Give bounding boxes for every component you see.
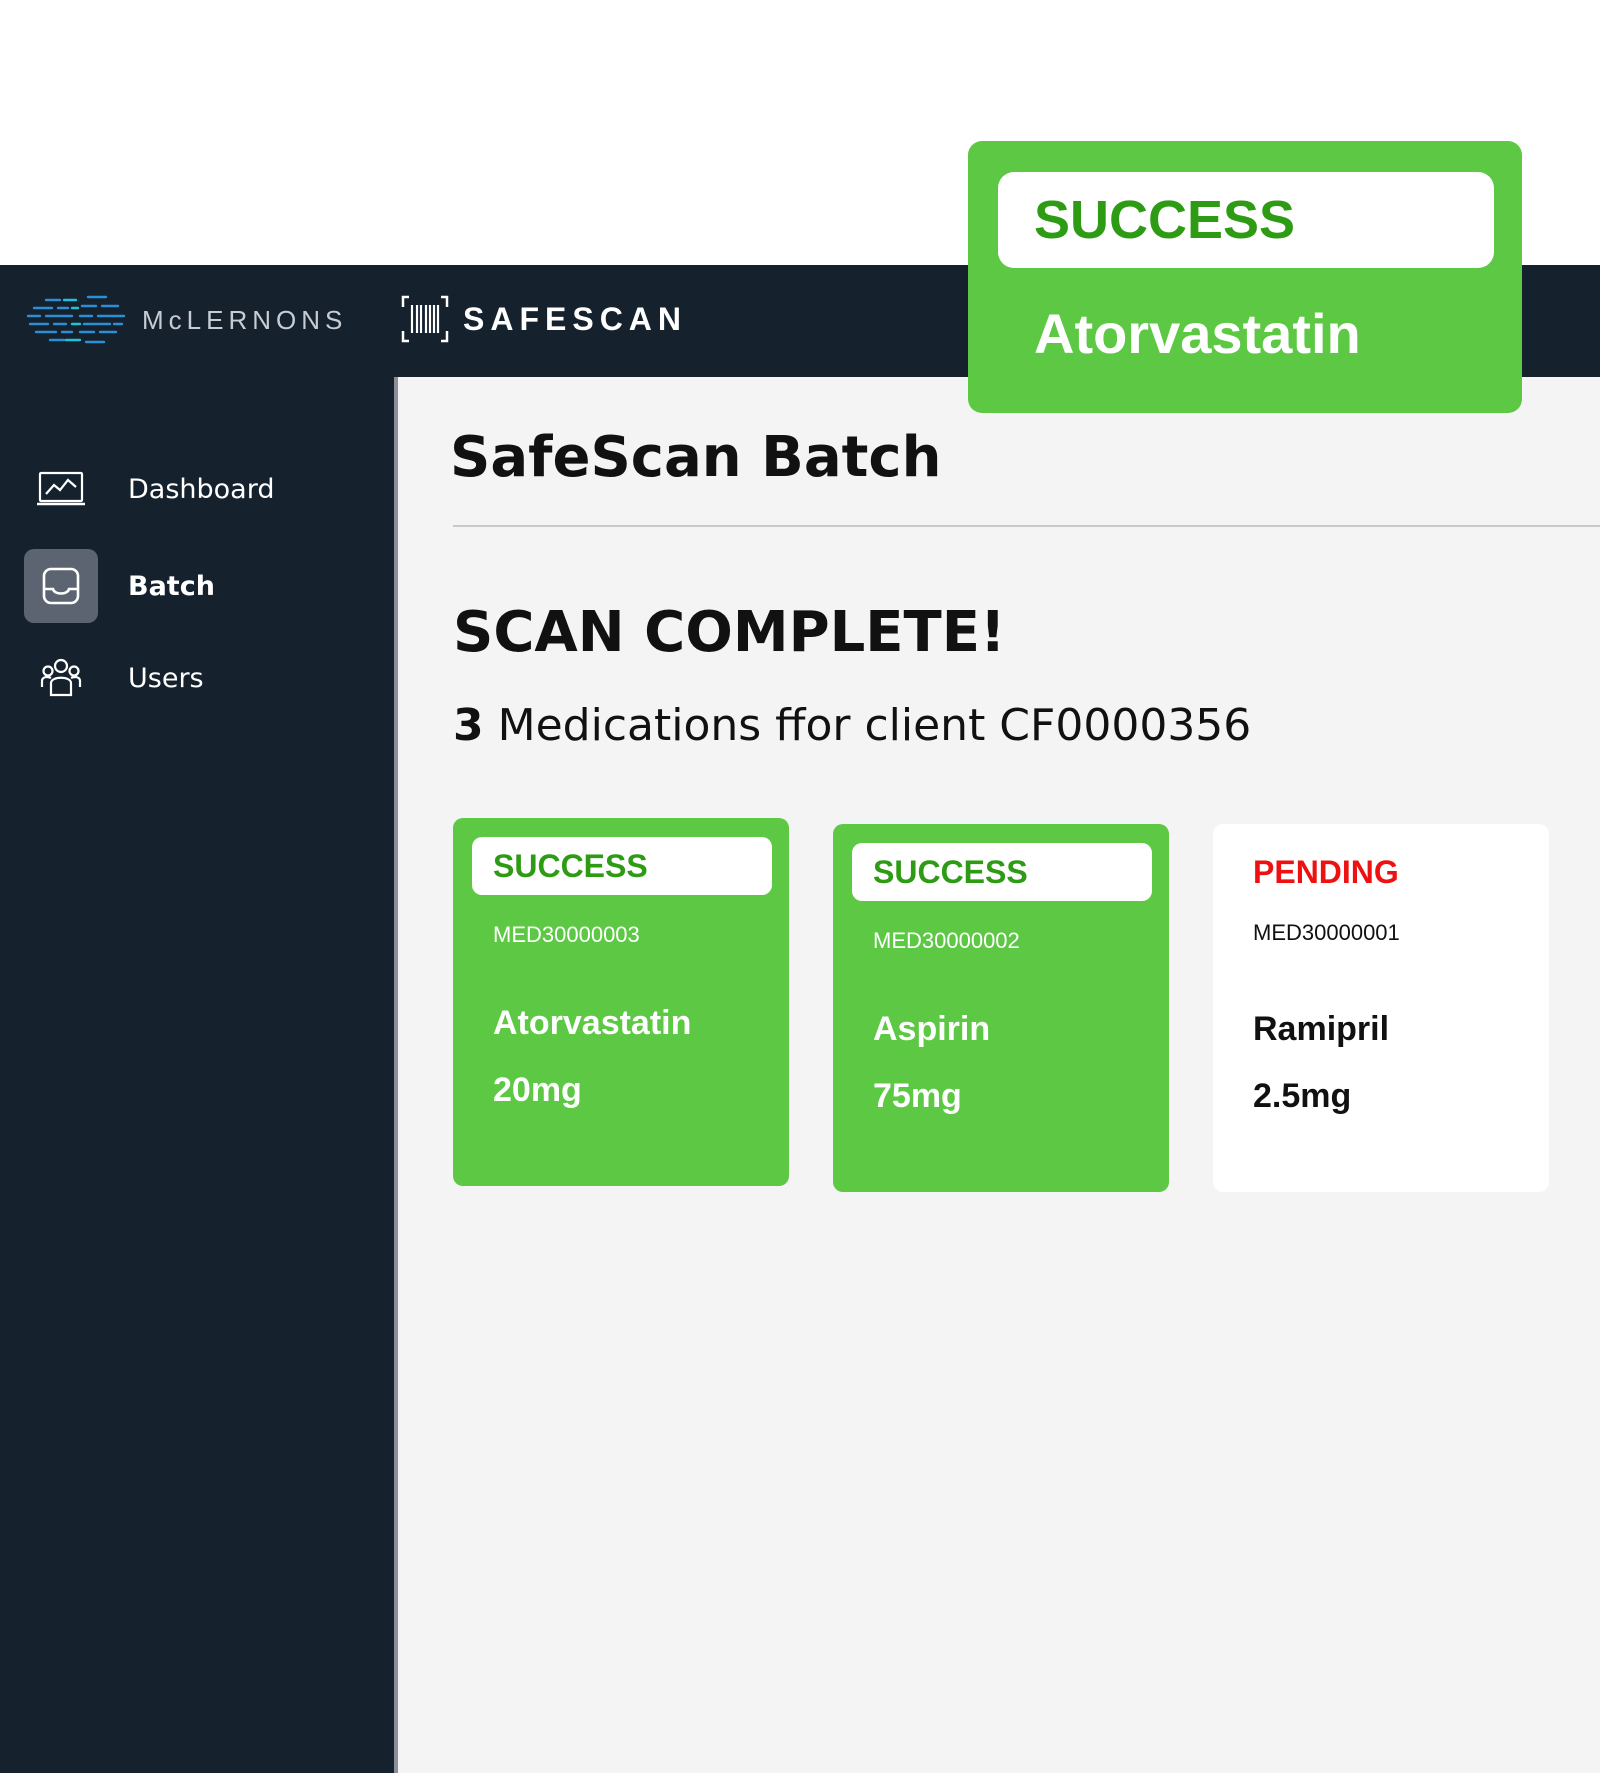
page-title: SafeScan Batch [450,425,942,490]
status-badge: SUCCESS [852,843,1152,901]
toast-status-badge: SUCCESS [998,172,1494,268]
medication-code: MED30000002 [873,928,1020,953]
safescan-logo[interactable]: SAFESCAN [399,293,687,345]
sidebar-item-dashboard[interactable]: Dashboard [24,452,274,526]
divider [453,525,1600,527]
medication-card[interactable]: SUCCESS MED30000003 Atorvastatin 20mg [453,818,789,1186]
dashboard-icon-wrap [24,452,98,526]
sidebar-item-batch[interactable]: Batch [24,549,215,623]
status-badge: PENDING [1253,853,1399,890]
company-name: McLERNONS [142,304,348,335]
medication-name: Ramipril [1253,1010,1390,1048]
barcode-scan-icon [401,295,449,343]
sidebar-item-users[interactable]: Users [24,641,204,715]
medication-card[interactable]: PENDING MED30000001 Ramipril 2.5mg [1213,824,1549,1192]
scan-summary: 3 Medications ffor client CF0000356 [453,700,1251,751]
sidebar-item-label: Batch [128,570,215,602]
medication-dose: 2.5mg [1253,1077,1352,1115]
medication-card[interactable]: SUCCESS MED30000002 Aspirin 75mg [833,824,1169,1192]
scan-complete-heading: SCAN COMPLETE! [453,600,1006,665]
chart-monitor-icon [37,471,85,506]
medication-code: MED30000003 [493,922,640,947]
toast-medication-name: Atorvastatin [1034,302,1361,365]
sidebar-item-label: Dashboard [128,473,275,505]
medication-dose: 75mg [873,1077,962,1115]
status-badge: SUCCESS [472,837,772,895]
medication-name: Atorvastatin [493,1004,692,1042]
medication-count: 3 [453,700,484,751]
sidebar-item-label: Users [128,662,204,694]
mclernons-logo-mark [26,295,126,344]
inbox-tray-icon [42,567,80,605]
users-icon-wrap [24,641,98,715]
scan-toast[interactable]: SUCCESS Atorvastatin [968,141,1522,413]
medication-dose: 20mg [493,1071,582,1109]
batch-icon-wrap [24,549,98,623]
medication-name: Aspirin [873,1010,991,1048]
mclernons-logo[interactable]: McLERNONS [26,292,347,348]
app-name: SAFESCAN [463,300,688,337]
users-group-icon [40,658,82,697]
summary-text: Medications ffor client CF0000356 [497,700,1252,751]
medication-code: MED30000001 [1253,920,1400,945]
